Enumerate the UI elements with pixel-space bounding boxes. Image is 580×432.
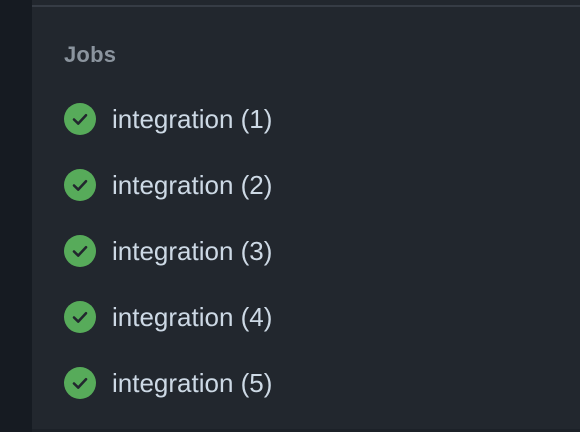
job-item[interactable]: integration (5) xyxy=(64,360,544,426)
check-circle-icon xyxy=(64,169,96,201)
check-circle-icon xyxy=(64,235,96,267)
check-circle-icon xyxy=(64,301,96,333)
check-circle-icon xyxy=(64,103,96,135)
jobs-heading: Jobs xyxy=(64,42,117,67)
job-label: integration (5) xyxy=(112,368,273,398)
job-item[interactable]: integration (1) xyxy=(64,96,544,162)
job-item[interactable]: integration (2) xyxy=(64,162,544,228)
job-item[interactable]: integration (3) xyxy=(64,228,544,294)
job-label: integration (3) xyxy=(112,236,273,266)
divider xyxy=(32,5,580,7)
job-label: integration (2) xyxy=(112,170,273,200)
job-item[interactable]: integration (4) xyxy=(64,294,544,360)
check-circle-icon xyxy=(64,367,96,399)
jobs-list: integration (1) integration (2) integrat… xyxy=(64,96,544,426)
job-label: integration (1) xyxy=(112,104,273,134)
job-label: integration (4) xyxy=(112,302,273,332)
